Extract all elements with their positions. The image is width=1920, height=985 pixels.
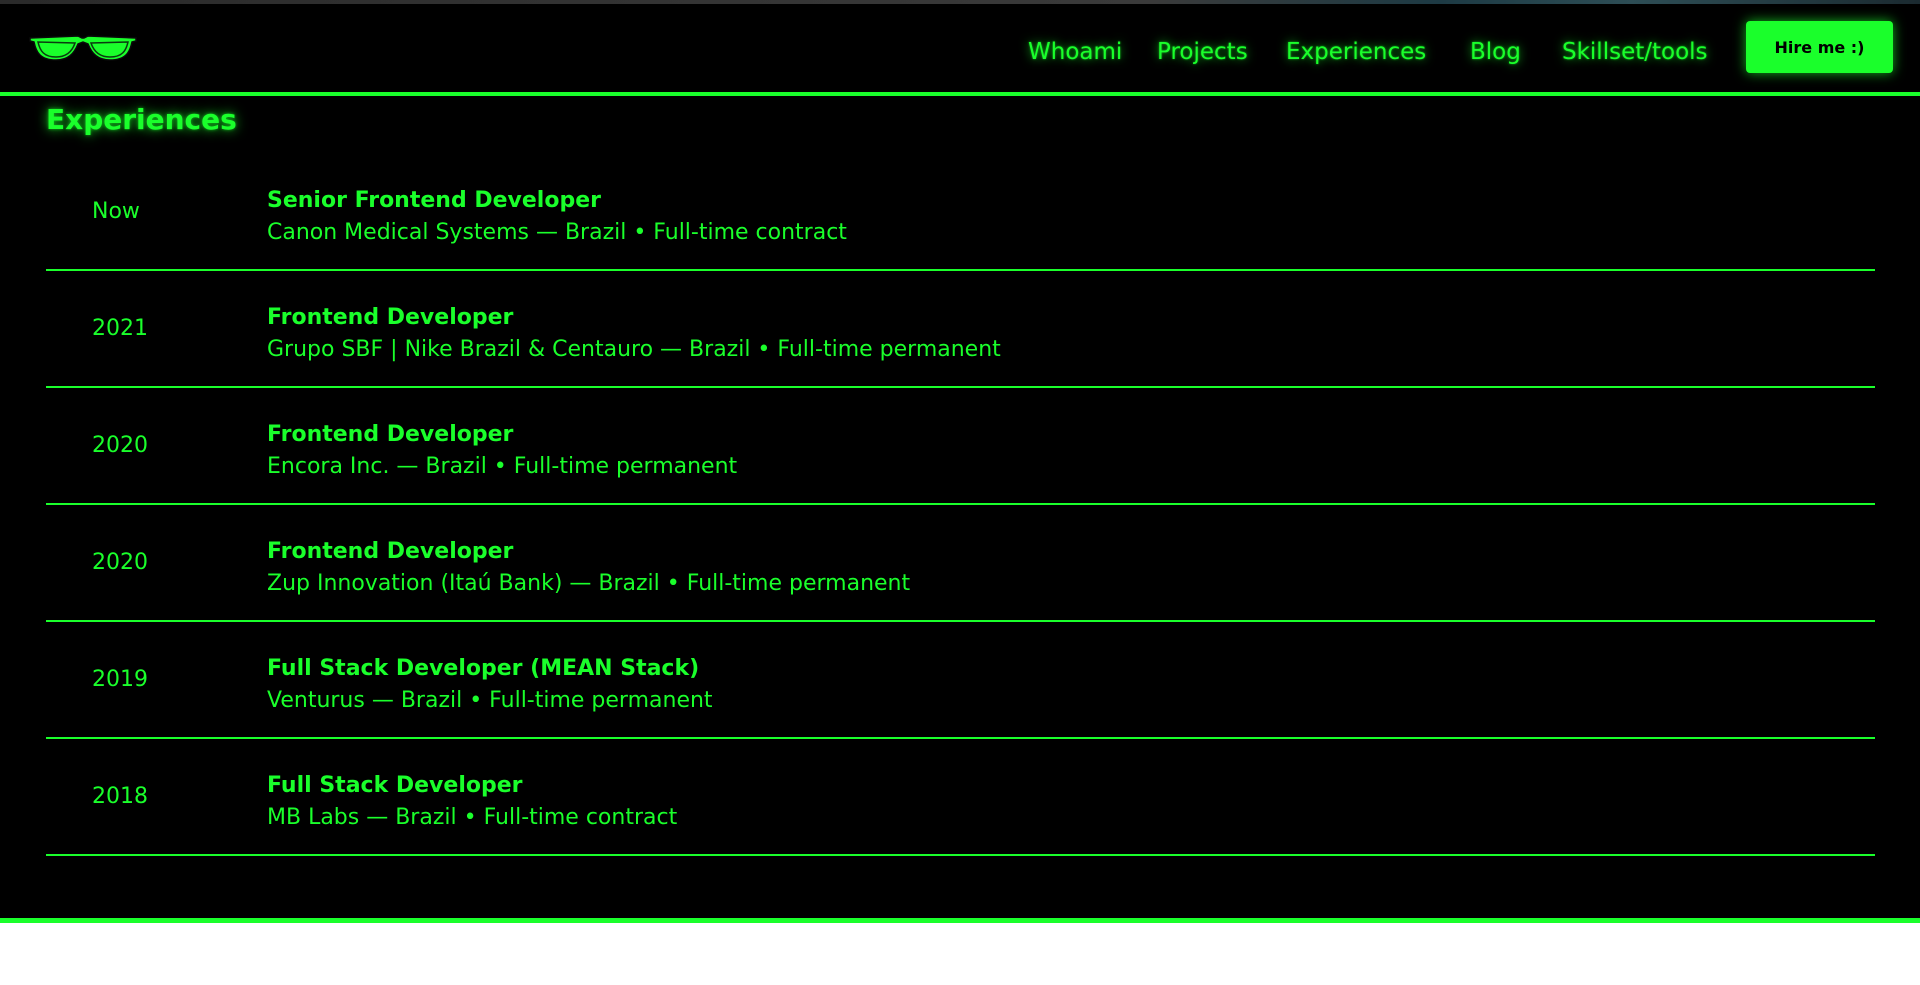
experience-details: Frontend Developer Grupo SBF | Nike Braz… <box>267 303 1001 367</box>
experience-company: Grupo SBF | Nike Brazil & Centauro — Bra… <box>267 337 1001 362</box>
experience-role: Full Stack Developer <box>267 773 523 798</box>
experience-role: Senior Frontend Developer <box>267 188 601 213</box>
experience-details: Full Stack Developer (MEAN Stack) Ventur… <box>267 654 713 718</box>
experience-row: 2020 Frontend Developer Zup Innovation (… <box>46 505 1875 622</box>
hire-me-button[interactable]: Hire me :) <box>1746 21 1893 73</box>
nav-item-skillset[interactable]: Skillset/tools <box>1562 32 1708 72</box>
experience-row: 2020 Frontend Developer Encora Inc. — Br… <box>46 388 1875 505</box>
experience-year: 2019 <box>92 667 148 692</box>
site-header: Whoami Projects Experiences Blog Skillse… <box>0 4 1920 96</box>
nav-item-projects[interactable]: Projects <box>1157 32 1248 72</box>
experience-company: Encora Inc. — Brazil • Full-time permane… <box>267 454 738 479</box>
experience-role: Frontend Developer <box>267 422 514 447</box>
experience-company: Venturus — Brazil • Full-time permanent <box>267 688 713 713</box>
experience-row: 2021 Frontend Developer Grupo SBF | Nike… <box>46 271 1875 388</box>
experience-row: 2018 Full Stack Developer MB Labs — Braz… <box>46 739 1875 856</box>
experience-year: 2018 <box>92 784 148 809</box>
experience-row: 2019 Full Stack Developer (MEAN Stack) V… <box>46 622 1875 739</box>
experience-details: Senior Frontend Developer Canon Medical … <box>267 186 847 250</box>
experience-year: 2021 <box>92 316 148 341</box>
experience-year: Now <box>92 199 140 224</box>
nav-item-whoami[interactable]: Whoami <box>1028 32 1122 72</box>
nav-item-blog[interactable]: Blog <box>1470 32 1521 72</box>
experience-role: Full Stack Developer (MEAN Stack) <box>267 656 700 681</box>
experience-company: Canon Medical Systems — Brazil • Full-ti… <box>267 220 847 245</box>
sunglasses-icon <box>29 35 137 61</box>
section-title: Experiences <box>46 103 237 136</box>
experience-details: Frontend Developer Encora Inc. — Brazil … <box>267 420 737 484</box>
experience-role: Frontend Developer <box>267 539 514 564</box>
experience-year: 2020 <box>92 550 148 575</box>
experience-row: Now Senior Frontend Developer Canon Medi… <box>46 154 1875 271</box>
experience-details: Frontend Developer Zup Innovation (Itaú … <box>267 537 910 601</box>
experience-role: Frontend Developer <box>267 305 514 330</box>
page-container: Whoami Projects Experiences Blog Skillse… <box>0 4 1920 923</box>
nav-item-experiences[interactable]: Experiences <box>1286 32 1426 72</box>
experience-company: Zup Innovation (Itaú Bank) — Brazil • Fu… <box>267 571 911 596</box>
experience-company: MB Labs — Brazil • Full-time contract <box>267 805 678 830</box>
experience-year: 2020 <box>92 433 148 458</box>
experience-list: Now Senior Frontend Developer Canon Medi… <box>46 154 1875 856</box>
logo-link[interactable] <box>28 32 138 64</box>
experience-details: Full Stack Developer MB Labs — Brazil • … <box>267 771 677 835</box>
